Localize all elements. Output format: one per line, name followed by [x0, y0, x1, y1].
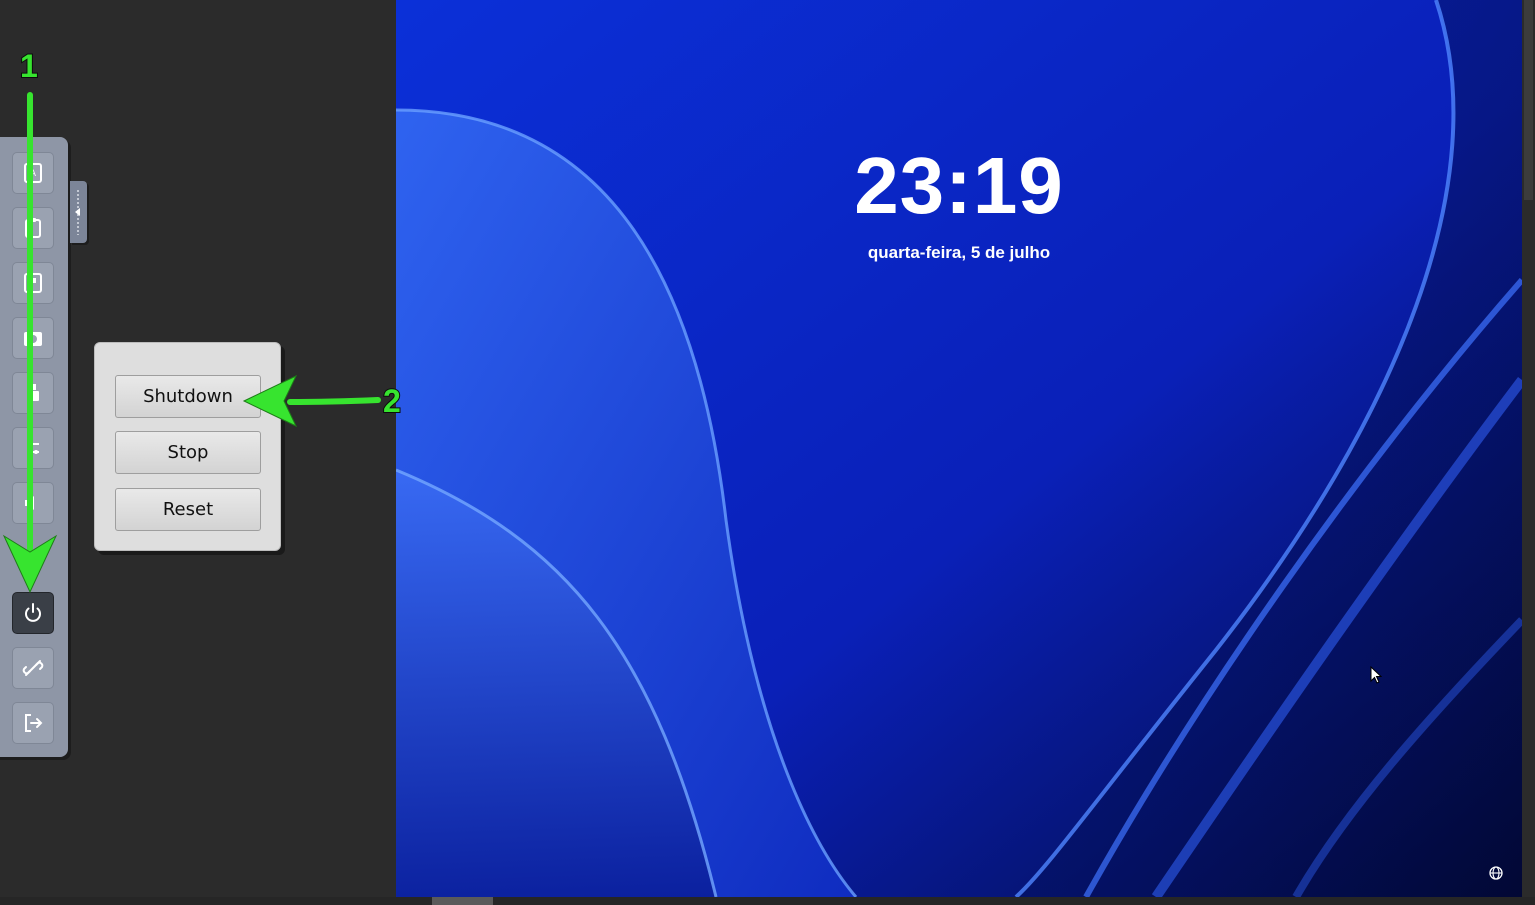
- keyboard-icon: A: [24, 163, 42, 183]
- settings-icon: [27, 442, 39, 454]
- stop-button[interactable]: Stop: [115, 431, 261, 474]
- logout-button[interactable]: [12, 702, 54, 744]
- lock-date: quarta-feira, 5 de julho: [867, 243, 1051, 262]
- settings-button[interactable]: [12, 427, 54, 469]
- horizontal-scrollbar[interactable]: [0, 897, 1535, 905]
- network-icon[interactable]: [1488, 865, 1504, 881]
- audio-button[interactable]: [12, 482, 54, 524]
- reset-button[interactable]: Reset: [115, 488, 261, 531]
- screenshot-icon: [24, 273, 42, 293]
- usb-button[interactable]: [12, 372, 54, 414]
- shutdown-button[interactable]: Shutdown: [115, 375, 261, 418]
- chevron-left-icon: [75, 208, 80, 216]
- control-sidebar: A: [0, 137, 68, 757]
- disconnect-button[interactable]: [12, 647, 54, 689]
- clipboard-icon: [25, 218, 41, 238]
- logout-icon: [25, 714, 43, 732]
- camera-icon: [24, 332, 42, 346]
- disconnect-icon: [22, 660, 44, 676]
- clipboard-button[interactable]: [12, 207, 54, 249]
- scrollbar-thumb[interactable]: [432, 897, 493, 905]
- power-button[interactable]: [12, 592, 54, 634]
- wallpaper: [396, 0, 1522, 897]
- usb-icon: [27, 384, 39, 401]
- audio-icon: [25, 496, 34, 510]
- svg-text:A: A: [30, 169, 37, 179]
- screenshot-button[interactable]: [12, 262, 54, 304]
- keyboard-button[interactable]: A: [12, 152, 54, 194]
- vertical-scrollbar[interactable]: [1522, 0, 1535, 897]
- annotation-label-1: 1: [19, 47, 39, 85]
- scrollbar-thumb[interactable]: [1524, 0, 1533, 200]
- camera-button[interactable]: [12, 317, 54, 359]
- remote-screen[interactable]: 23:19 quarta-feira, 5 de julho: [396, 0, 1522, 897]
- power-menu: Shutdown Stop Reset: [94, 342, 281, 551]
- mouse-cursor-icon: [1370, 666, 1382, 684]
- sidebar-collapse-handle[interactable]: [70, 181, 87, 243]
- lock-clock: 23:19: [854, 141, 1064, 230]
- power-icon: [25, 603, 41, 622]
- annotation-label-2: 2: [382, 382, 402, 420]
